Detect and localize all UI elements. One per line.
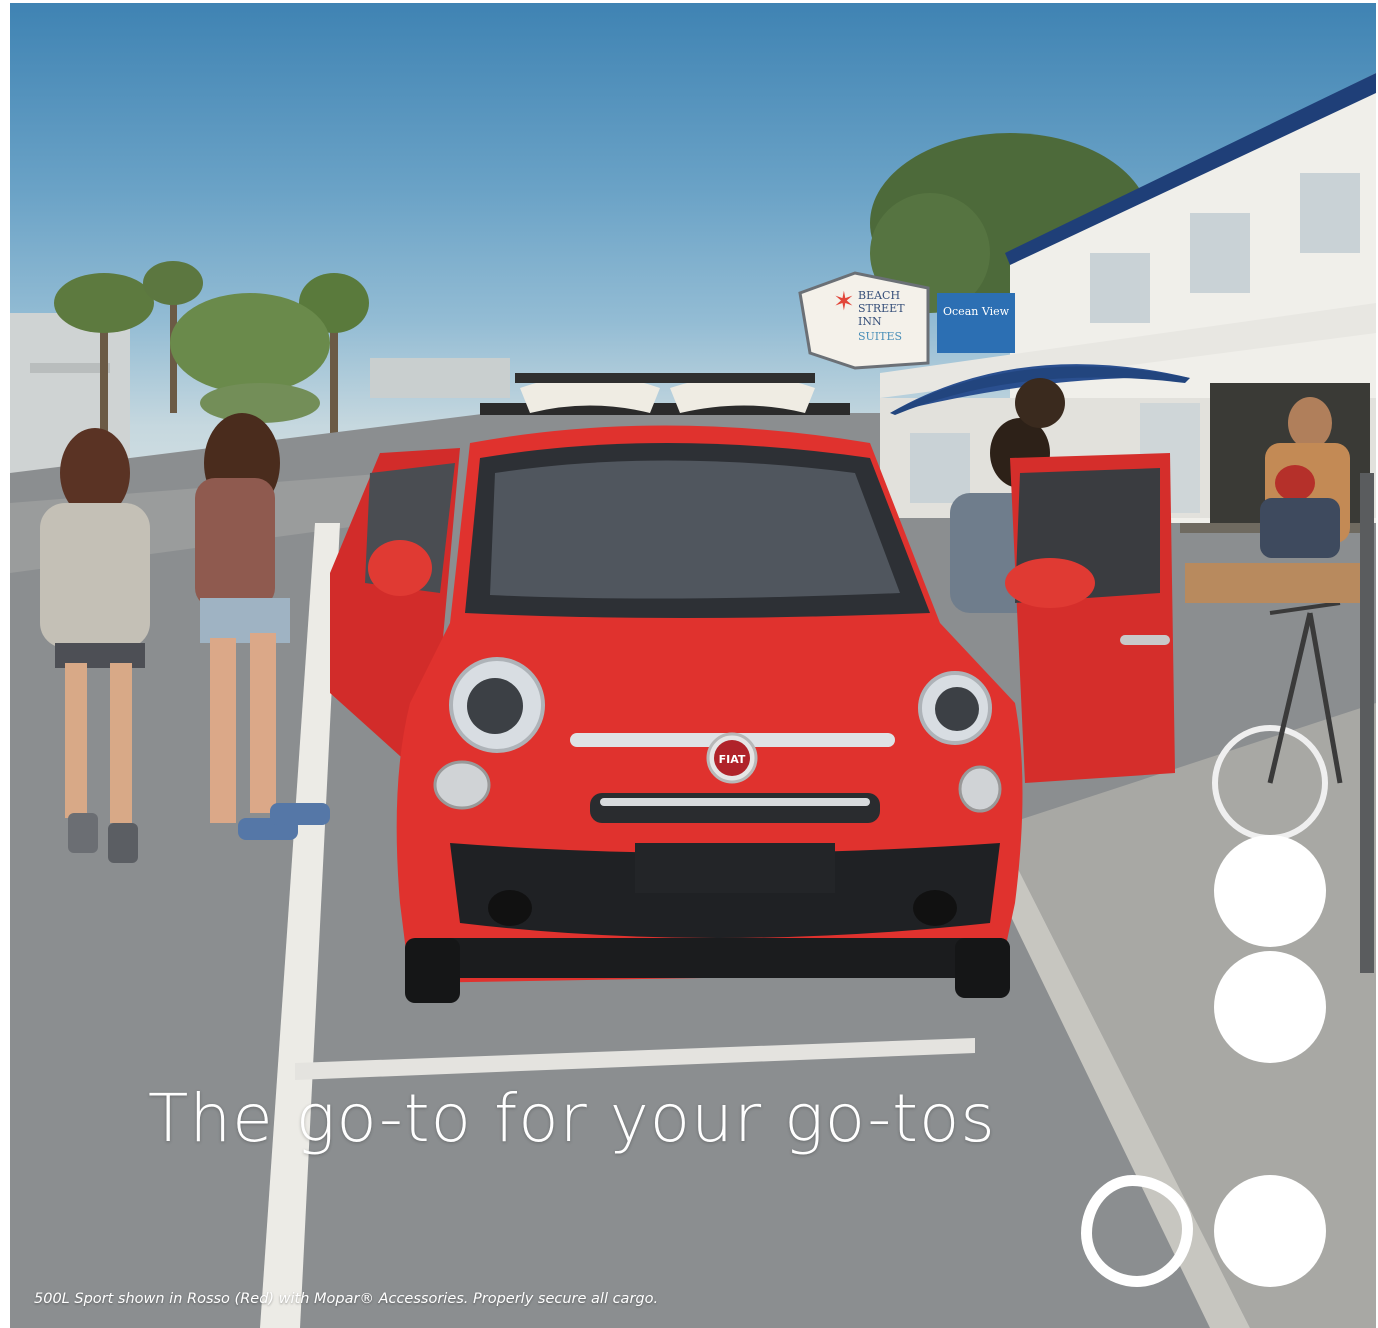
inn-sign-line2: STREET bbox=[858, 302, 905, 315]
decorative-ring bbox=[1081, 1175, 1193, 1287]
hillside-building bbox=[370, 358, 510, 398]
headline: The go-to for your go-tos bbox=[148, 1080, 996, 1157]
starfish-icon: ✶ bbox=[833, 287, 855, 317]
fiat-badge-text: FIAT bbox=[719, 753, 746, 766]
decorative-dot-1 bbox=[1214, 835, 1326, 947]
inn-sign-line1: BEACH bbox=[858, 289, 900, 302]
ocean-sign-text: Ocean View bbox=[943, 305, 1010, 318]
inn-sign-line4: SUITES bbox=[858, 330, 902, 343]
inn-sign-line3: INN bbox=[858, 315, 882, 328]
decorative-dot-2 bbox=[1214, 951, 1326, 1063]
ad-page: ✶ BEACH STREET INN SUITES Ocean View FIA… bbox=[0, 0, 1378, 1328]
ocean-sign: Ocean View bbox=[937, 293, 1015, 353]
disclaimer-caption: 500L Sport shown in Rosso (Red) with Mop… bbox=[34, 1291, 659, 1307]
roof-rack bbox=[480, 373, 850, 415]
open-door-right bbox=[1005, 453, 1175, 783]
inn-sign: ✶ BEACH STREET INN SUITES bbox=[798, 271, 930, 370]
decorative-dot-3 bbox=[1214, 1175, 1326, 1287]
post bbox=[1360, 473, 1374, 973]
fiat-badge: FIAT bbox=[706, 732, 758, 784]
